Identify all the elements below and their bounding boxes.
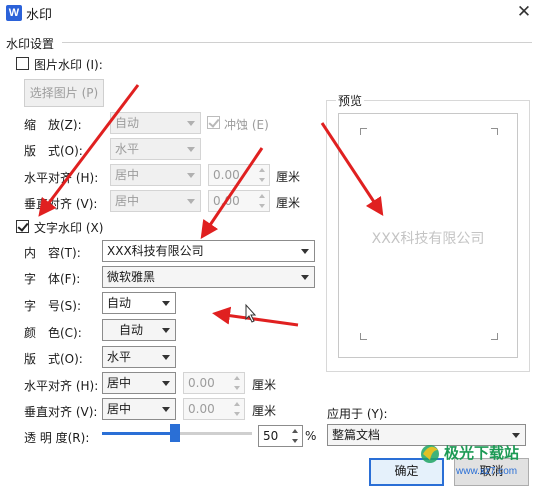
annotation-layer <box>38 84 384 327</box>
arrow-to-text-watermark-icon <box>38 84 140 217</box>
arrow-to-content-input-icon <box>200 147 264 239</box>
arrow-to-font-options-icon <box>212 306 299 327</box>
arrow-to-preview-icon <box>320 122 384 217</box>
